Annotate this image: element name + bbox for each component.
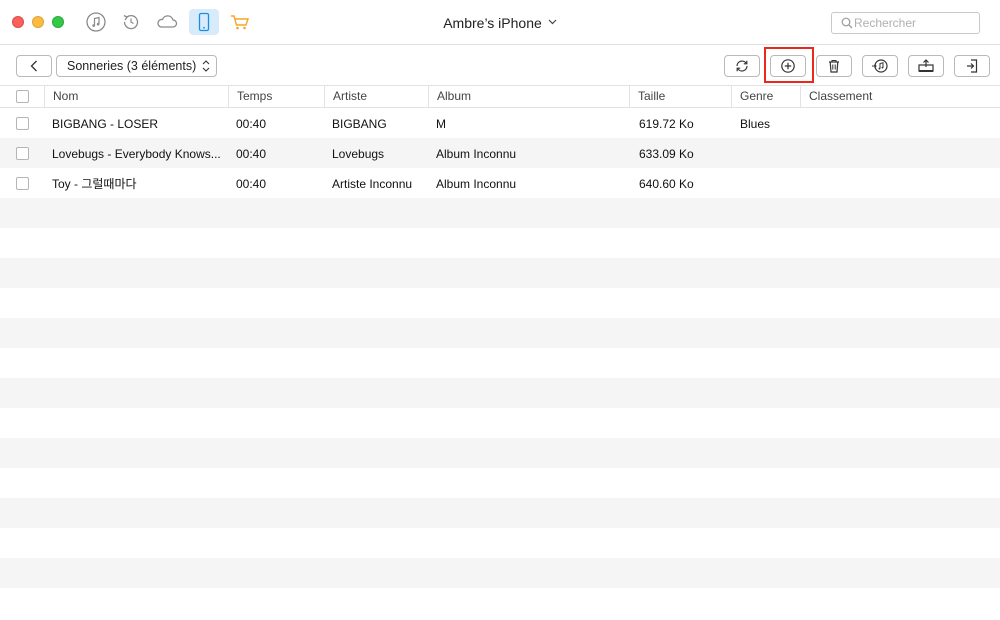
device-selector[interactable]: Ambre’s iPhone bbox=[400, 0, 600, 45]
to-itunes-button[interactable] bbox=[862, 55, 898, 77]
cell-taille: 619.72 Ko bbox=[639, 117, 694, 131]
cloud-icon[interactable] bbox=[153, 9, 181, 35]
updown-chevron-icon bbox=[202, 59, 210, 76]
cell-taille: 633.09 Ko bbox=[639, 147, 694, 161]
cart-icon[interactable] bbox=[226, 9, 254, 35]
search-input[interactable]: Rechercher bbox=[831, 12, 980, 34]
refresh-button[interactable] bbox=[724, 55, 760, 77]
empty-row-stripe bbox=[0, 378, 1000, 408]
column-header-album[interactable]: Album bbox=[429, 86, 630, 108]
title-bar: Ambre’s iPhone Rechercher bbox=[0, 0, 1000, 45]
search-icon bbox=[841, 17, 853, 32]
cell-album: Album Inconnu bbox=[436, 177, 517, 191]
delete-button[interactable] bbox=[816, 55, 852, 77]
refresh-icon bbox=[736, 60, 748, 72]
cell-album: M bbox=[436, 117, 446, 131]
table-row[interactable]: Toy - 그럴때마다 00:40 Artiste Inconnu Album … bbox=[0, 168, 1000, 198]
cell-temps: 00:40 bbox=[236, 117, 267, 131]
empty-row-stripe bbox=[0, 318, 1000, 348]
chevron-left-icon bbox=[30, 60, 37, 72]
category-select-label: Sonneries (3 éléments) bbox=[67, 59, 197, 73]
cell-genre bbox=[740, 138, 800, 168]
row-checkbox[interactable] bbox=[16, 177, 29, 190]
cell-artiste: BIGBANG bbox=[332, 117, 387, 131]
row-checkbox[interactable] bbox=[16, 117, 29, 130]
add-button-highlight bbox=[764, 47, 814, 83]
to-device-icon bbox=[967, 59, 978, 73]
category-select[interactable]: Sonneries (3 éléments) bbox=[56, 55, 217, 77]
empty-row-stripe bbox=[0, 258, 1000, 288]
toolbar: Sonneries (3 éléments) bbox=[0, 46, 1000, 86]
cell-taille: 640.60 Ko bbox=[639, 177, 694, 191]
cell-nom: Toy - 그럴때마다 bbox=[52, 177, 137, 191]
column-header-temps[interactable]: Temps bbox=[229, 86, 325, 108]
column-header-artiste[interactable]: Artiste bbox=[325, 86, 429, 108]
minimize-window-button[interactable] bbox=[32, 16, 44, 28]
column-header-classement[interactable]: Classement bbox=[801, 86, 1000, 108]
table-header: Nom Temps Artiste Album Taille Genre Cla… bbox=[0, 86, 1000, 108]
cell-temps: 00:40 bbox=[236, 177, 267, 191]
phone-icon[interactable] bbox=[189, 9, 219, 35]
row-checkbox[interactable] bbox=[16, 147, 29, 160]
zoom-window-button[interactable] bbox=[52, 16, 64, 28]
column-header-taille[interactable]: Taille bbox=[630, 86, 732, 108]
empty-row-stripe bbox=[0, 438, 1000, 468]
cell-classement bbox=[809, 138, 989, 168]
cell-classement bbox=[809, 168, 989, 198]
table-body: BIGBANG - LOSER 00:40 BIGBANG M 619.72 K… bbox=[0, 108, 1000, 620]
table-row[interactable]: BIGBANG - LOSER 00:40 BIGBANG M 619.72 K… bbox=[0, 108, 1000, 138]
to-device-button[interactable] bbox=[954, 55, 990, 77]
cell-artiste: Artiste Inconnu bbox=[332, 177, 413, 191]
back-button[interactable] bbox=[16, 55, 52, 77]
chevron-down-icon bbox=[548, 17, 557, 28]
close-window-button[interactable] bbox=[12, 16, 24, 28]
cell-classement bbox=[809, 108, 989, 138]
select-all-header bbox=[0, 86, 45, 108]
cell-genre bbox=[740, 168, 800, 198]
trash-icon bbox=[829, 59, 839, 73]
to-computer-icon bbox=[918, 59, 934, 72]
cell-album: Album Inconnu bbox=[436, 147, 517, 161]
empty-row-stripe bbox=[0, 498, 1000, 528]
cell-temps: 00:40 bbox=[236, 147, 267, 161]
device-name: Ambre’s iPhone bbox=[443, 14, 542, 31]
empty-row-stripe bbox=[0, 198, 1000, 228]
search-placeholder: Rechercher bbox=[854, 16, 917, 30]
column-header-nom[interactable]: Nom bbox=[45, 86, 229, 108]
select-all-checkbox[interactable] bbox=[16, 90, 29, 103]
table-row[interactable]: Lovebugs - Everybody Knows... 00:40 Love… bbox=[0, 138, 1000, 168]
cell-nom: BIGBANG - LOSER bbox=[52, 117, 159, 131]
to-itunes-icon bbox=[872, 59, 888, 73]
empty-row-stripe bbox=[0, 558, 1000, 588]
cell-nom: Lovebugs - Everybody Knows... bbox=[52, 147, 221, 161]
column-header-genre[interactable]: Genre bbox=[732, 86, 801, 108]
music-note-icon[interactable] bbox=[82, 9, 110, 35]
cell-artiste: Lovebugs bbox=[332, 147, 385, 161]
to-computer-button[interactable] bbox=[908, 55, 944, 77]
cell-genre: Blues bbox=[740, 117, 771, 131]
restore-icon[interactable] bbox=[117, 9, 145, 35]
